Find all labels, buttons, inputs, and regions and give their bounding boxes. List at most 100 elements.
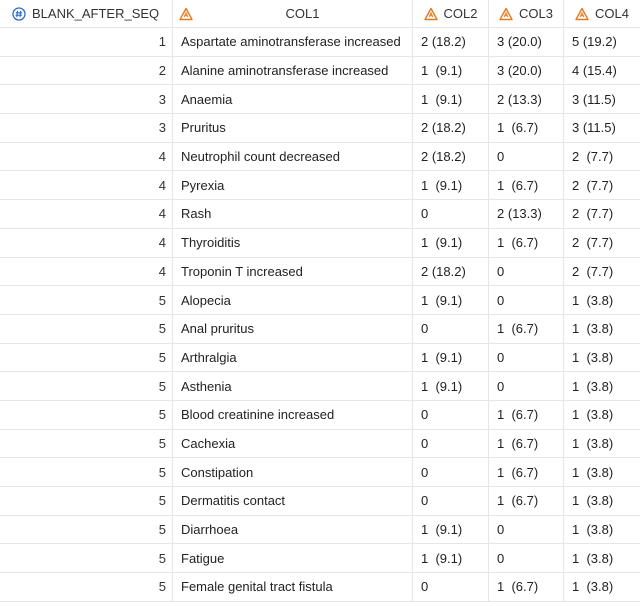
blank-after-seq-cell[interactable]: 4 — [0, 142, 173, 172]
table-row[interactable]: 5 Blood creatinine increased 0 1 (6.7) 1 (3.… — [0, 400, 640, 430]
col4-cell[interactable]: 1 (3.8) — [564, 458, 640, 487]
col3-cell[interactable]: 1 (6.7) — [489, 114, 564, 143]
col4-cell[interactable]: 1 (3.8) — [564, 430, 640, 459]
col2-cell[interactable]: 0 — [413, 400, 489, 430]
col4-cell[interactable]: 3 (11.5) — [564, 85, 640, 115]
blank-after-seq-cell[interactable]: 5 — [0, 429, 173, 459]
col4-cell[interactable]: 2 (7.7) — [564, 171, 640, 201]
col1-cell[interactable]: Blood creatinine increased — [173, 400, 413, 430]
col3-cell[interactable]: 0 — [489, 372, 564, 401]
column-header-col1[interactable]: COL1 — [173, 0, 413, 28]
col2-cell[interactable]: 2 (18.2) — [413, 257, 489, 287]
col1-cell[interactable]: Troponin T increased — [173, 257, 413, 287]
column-header-col3[interactable]: COL3 — [489, 0, 564, 28]
col3-cell[interactable]: 2 (13.3) — [489, 200, 564, 229]
col4-cell[interactable]: 2 (7.7) — [564, 258, 640, 287]
col3-cell[interactable]: 1 (6.7) — [489, 487, 564, 516]
blank-after-seq-cell[interactable]: 5 — [0, 458, 173, 487]
blank-after-seq-cell[interactable]: 4 — [0, 200, 173, 229]
blank-after-seq-cell[interactable]: 5 — [0, 343, 173, 373]
col4-cell[interactable]: 5 (19.2) — [564, 28, 640, 57]
col2-cell[interactable]: 0 — [413, 200, 489, 229]
blank-after-seq-cell[interactable]: 4 — [0, 171, 173, 201]
table-row[interactable]: 5 Female genital tract fistula 0 1 (6.7) 1 (… — [0, 573, 640, 602]
col1-cell[interactable]: Dermatitis contact — [173, 487, 413, 516]
col3-cell[interactable]: 0 — [489, 257, 564, 287]
table-row[interactable]: 5 Alopecia 1 (9.1) 0 1 (3.8) — [0, 286, 640, 315]
blank-after-seq-cell[interactable]: 1 — [0, 28, 173, 57]
table-row[interactable]: 3 Pruritus 2 (18.2) 1 (6.7) 3 (11.5) — [0, 114, 640, 143]
table-row[interactable]: 5 Fatigue 1 (9.1) 0 1 (3.8) — [0, 544, 640, 574]
col4-cell[interactable]: 1 (3.8) — [564, 544, 640, 574]
blank-after-seq-cell[interactable]: 5 — [0, 372, 173, 401]
col2-cell[interactable]: 1 (9.1) — [413, 544, 489, 574]
col2-cell[interactable]: 1 (9.1) — [413, 56, 489, 86]
table-row[interactable]: 1 Aspartate aminotransferase increased 2 (… — [0, 28, 640, 57]
col3-cell[interactable]: 0 — [489, 142, 564, 172]
col1-cell[interactable]: Anal pruritus — [173, 314, 413, 344]
col2-cell[interactable]: 0 — [413, 429, 489, 459]
col1-cell[interactable]: Anaemia — [173, 85, 413, 115]
col3-cell[interactable]: 0 — [489, 544, 564, 574]
blank-after-seq-cell[interactable]: 4 — [0, 228, 173, 258]
col4-cell[interactable]: 1 (3.8) — [564, 286, 640, 315]
col2-cell[interactable]: 1 (9.1) — [413, 286, 489, 315]
col1-cell[interactable]: Constipation — [173, 458, 413, 487]
col1-cell[interactable]: Arthralgia — [173, 343, 413, 373]
col3-cell[interactable]: 2 (13.3) — [489, 85, 564, 115]
col1-cell[interactable]: Rash — [173, 200, 413, 229]
table-row[interactable]: 4 Rash 0 2 (13.3) 2 (7.7) — [0, 200, 640, 229]
col1-cell[interactable]: Neutrophil count decreased — [173, 142, 413, 172]
col3-cell[interactable]: 1 (6.7) — [489, 429, 564, 459]
table-row[interactable]: 5 Arthralgia 1 (9.1) 0 1 (3.8) — [0, 343, 640, 373]
blank-after-seq-cell[interactable]: 3 — [0, 85, 173, 115]
table-row[interactable]: 5 Anal pruritus 0 1 (6.7) 1 (3.8) — [0, 314, 640, 344]
blank-after-seq-cell[interactable]: 5 — [0, 515, 173, 545]
table-row[interactable]: 5 Asthenia 1 (9.1) 0 1 (3.8) — [0, 372, 640, 401]
col4-cell[interactable]: 3 (11.5) — [564, 114, 640, 143]
col3-cell[interactable]: 3 (20.0) — [489, 56, 564, 86]
blank-after-seq-cell[interactable]: 5 — [0, 573, 173, 602]
blank-after-seq-cell[interactable]: 4 — [0, 257, 173, 287]
col3-cell[interactable]: 3 (20.0) — [489, 28, 564, 57]
blank-after-seq-cell[interactable]: 5 — [0, 544, 173, 574]
table-row[interactable]: 5 Diarrhoea 1 (9.1) 0 1 (3.8) — [0, 515, 640, 545]
col1-cell[interactable]: Aspartate aminotransferase increased — [173, 28, 413, 57]
col2-cell[interactable]: 2 (18.2) — [413, 114, 489, 143]
col2-cell[interactable]: 1 (9.1) — [413, 343, 489, 373]
col2-cell[interactable]: 0 — [413, 314, 489, 344]
col3-cell[interactable]: 0 — [489, 515, 564, 545]
col1-cell[interactable]: Diarrhoea — [173, 515, 413, 545]
col2-cell[interactable]: 0 — [413, 458, 489, 487]
column-header-col4[interactable]: COL4 — [564, 0, 640, 28]
col1-cell[interactable]: Fatigue — [173, 544, 413, 574]
col2-cell[interactable]: 2 (18.2) — [413, 28, 489, 57]
table-row[interactable]: 4 Troponin T increased 2 (18.2) 0 2 (7.7) — [0, 257, 640, 287]
col4-cell[interactable]: 1 (3.8) — [564, 344, 640, 373]
col3-cell[interactable]: 1 (6.7) — [489, 228, 564, 258]
table-row[interactable]: 5 Dermatitis contact 0 1 (6.7) 1 (3.8) — [0, 487, 640, 516]
col1-cell[interactable]: Pruritus — [173, 114, 413, 143]
col3-cell[interactable]: 1 (6.7) — [489, 573, 564, 602]
col1-cell[interactable]: Alopecia — [173, 286, 413, 315]
col4-cell[interactable]: 1 (3.8) — [564, 573, 640, 602]
col4-cell[interactable]: 1 (3.8) — [564, 401, 640, 430]
blank-after-seq-cell[interactable]: 5 — [0, 400, 173, 430]
col1-cell[interactable]: Asthenia — [173, 372, 413, 401]
col4-cell[interactable]: 1 (3.8) — [564, 516, 640, 545]
col2-cell[interactable]: 1 (9.1) — [413, 85, 489, 115]
col3-cell[interactable]: 0 — [489, 286, 564, 315]
table-row[interactable]: 4 Thyroiditis 1 (9.1) 1 (6.7) 2 (7.7) — [0, 228, 640, 258]
col3-cell[interactable]: 1 (6.7) — [489, 400, 564, 430]
blank-after-seq-cell[interactable]: 2 — [0, 56, 173, 86]
table-row[interactable]: 5 Cachexia 0 1 (6.7) 1 (3.8) — [0, 429, 640, 459]
col3-cell[interactable]: 1 (6.7) — [489, 458, 564, 487]
col4-cell[interactable]: 1 (3.8) — [564, 372, 640, 401]
col4-cell[interactable]: 2 (7.7) — [564, 229, 640, 258]
blank-after-seq-cell[interactable]: 3 — [0, 114, 173, 143]
col1-cell[interactable]: Female genital tract fistula — [173, 573, 413, 602]
table-row[interactable]: 4 Pyrexia 1 (9.1) 1 (6.7) 2 (7.7) — [0, 171, 640, 201]
col4-cell[interactable]: 1 (3.8) — [564, 315, 640, 344]
blank-after-seq-cell[interactable]: 5 — [0, 286, 173, 315]
col2-cell[interactable]: 2 (18.2) — [413, 142, 489, 172]
